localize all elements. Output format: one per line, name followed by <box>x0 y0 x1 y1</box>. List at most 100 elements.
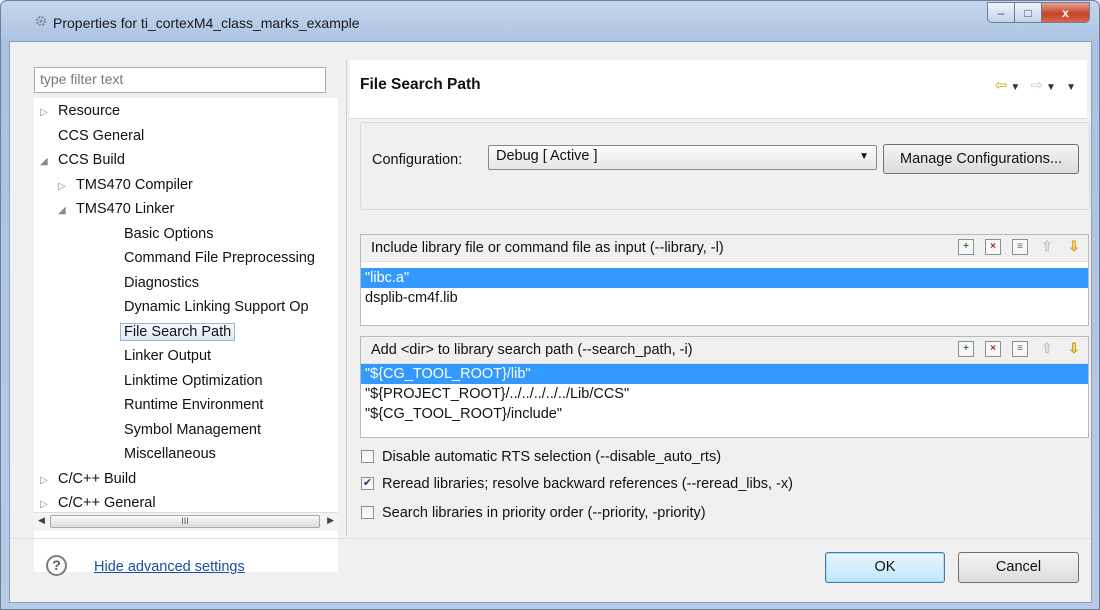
title-bar[interactable]: Properties for ti_cortexM4_class_marks_e… <box>1 1 1099 41</box>
tree-item[interactable]: ▷ TMS470 Compiler <box>58 174 193 196</box>
checkmark-icon[interactable]: ✔ <box>361 477 374 490</box>
cancel-button[interactable]: Cancel <box>958 552 1079 583</box>
tree-item[interactable]: Command File Preprocessing <box>124 247 315 269</box>
tree-item[interactable]: Miscellaneous <box>124 443 216 465</box>
list-item[interactable]: "${PROJECT_ROOT}/../../../../../Lib/CCS" <box>361 384 1088 404</box>
tree-item[interactable]: Runtime Environment <box>124 394 263 416</box>
tree-item[interactable]: Linker Output <box>124 345 211 367</box>
properties-window: Properties for ti_cortexM4_class_marks_e… <box>0 0 1100 610</box>
tree-item[interactable]: Dynamic Linking Support Op <box>124 296 309 318</box>
scroll-thumb[interactable]: III <box>50 515 320 528</box>
property-tree: ▷ Resource CCS General ◢ CCS Build ▷ TMS47… <box>34 98 338 572</box>
add-icon[interactable]: + <box>958 239 974 255</box>
configuration-value: Debug [ Active ] <box>496 148 598 164</box>
ok-button[interactable]: OK <box>825 552 945 583</box>
maximize-button[interactable]: □ <box>1015 2 1042 23</box>
expand-toggle-icon[interactable]: ▷ <box>58 176 72 198</box>
tree-item-label: Miscellaneous <box>124 446 216 462</box>
list-item[interactable]: "${CG_TOOL_ROOT}/lib" <box>361 364 1088 384</box>
add-icon[interactable]: + <box>958 341 974 357</box>
tree-item-label: Linktime Optimization <box>124 372 263 389</box>
page-navigation: ⇦▼ ⇨▼ ▼ <box>995 76 1079 94</box>
tree-item-label: Symbol Management <box>124 421 262 438</box>
tree-item-label: Runtime Environment <box>124 397 264 413</box>
tree-item[interactable]: ▷ C/C++ General <box>40 492 156 514</box>
back-arrow-icon[interactable]: ⇦ <box>995 77 1011 94</box>
tree-item[interactable]: CCS General <box>40 125 144 147</box>
delete-icon[interactable]: × <box>985 239 1001 255</box>
tree-item-label: File Search Path <box>120 322 236 341</box>
tree-item-label: TMS470 Compiler <box>76 176 193 193</box>
edit-icon[interactable]: ≡ <box>1012 341 1028 357</box>
chevron-down-icon: ▼ <box>859 151 869 162</box>
list-item[interactable]: "${CG_TOOL_ROOT}/include" <box>361 404 1088 424</box>
forward-dropdown-icon[interactable]: ▼ <box>1046 82 1059 93</box>
hide-advanced-settings-link[interactable]: Hide advanced settings <box>94 559 245 575</box>
checkbox-label: Disable automatic RTS selection (--disab… <box>382 449 722 465</box>
search-path-label: Add <dir> to library search path (--sear… <box>371 342 693 358</box>
search-path-group: Add <dir> to library search path (--sear… <box>360 336 1089 438</box>
filter-input[interactable]: type filter text <box>34 67 326 93</box>
checkbox-label: Reread libraries; resolve backward refer… <box>382 476 793 492</box>
configuration-panel: Configuration: Debug [ Active ] ▼ Manage… <box>360 122 1090 210</box>
checkbox-label: Search libraries in priority order (--pr… <box>382 505 706 521</box>
checkbox-box[interactable] <box>361 450 374 463</box>
tree-item[interactable]: Symbol Management <box>124 419 261 441</box>
page-header: File Search Path ⇦▼ ⇨▼ ▼ <box>350 60 1087 119</box>
edit-icon[interactable]: ≡ <box>1012 239 1028 255</box>
manage-configurations-button[interactable]: Manage Configurations... <box>883 144 1079 174</box>
back-dropdown-icon[interactable]: ▼ <box>1010 82 1023 93</box>
tree-item[interactable]: Basic Options <box>124 223 213 245</box>
move-down-icon[interactable]: ⇩ <box>1066 341 1082 357</box>
expand-toggle-icon[interactable]: ◢ <box>58 200 72 222</box>
window-title: Properties for ti_cortexM4_class_marks_e… <box>53 15 360 31</box>
view-menu-icon[interactable]: ▼ <box>1066 82 1079 93</box>
expand-toggle-icon[interactable]: ▷ <box>40 470 54 492</box>
tree-item-label: Dynamic Linking Support Op <box>124 299 309 315</box>
tree-item[interactable]: ▷ Resource <box>40 100 120 122</box>
configuration-select[interactable]: Debug [ Active ] ▼ <box>488 145 877 170</box>
move-up-icon[interactable]: ⇧ <box>1039 239 1055 255</box>
tree-item[interactable]: ◢ CCS Build <box>40 149 125 171</box>
library-list-group: Include library file or command file as … <box>360 234 1089 326</box>
tree-item[interactable]: Diagnostics <box>124 272 199 294</box>
library-list-label: Include library file or command file as … <box>371 240 724 256</box>
scroll-right-icon[interactable]: ▶ <box>327 515 334 526</box>
footer-divider <box>10 538 1091 539</box>
help-icon[interactable]: ? <box>46 555 67 576</box>
tree-item[interactable]: File Search Path <box>120 321 236 343</box>
expand-toggle-icon[interactable]: ◢ <box>40 151 54 173</box>
expand-toggle-icon[interactable]: ▷ <box>40 102 54 124</box>
tree-item[interactable]: Linktime Optimization <box>124 370 263 392</box>
checkbox-box[interactable] <box>361 506 374 519</box>
tree-item[interactable]: ◢ TMS470 Linker <box>58 198 174 220</box>
tree-item-label: Command File Preprocessing <box>124 250 315 266</box>
tree-item-label: C/C++ Build <box>58 470 137 487</box>
tree-item-label: CCS General <box>58 127 145 144</box>
window-controls: – □ x <box>987 2 1090 24</box>
list-item[interactable]: dsplib-cm4f.lib <box>361 288 1088 308</box>
tree-item[interactable]: ▷ C/C++ Build <box>40 468 136 490</box>
tree-item-label: TMS470 Linker <box>76 201 175 217</box>
gear-icon <box>36 16 46 26</box>
tree-item-label: C/C++ General <box>58 495 156 511</box>
library-list-header: Include library file or command file as … <box>361 235 1088 262</box>
dialog-client-area: type filter text ▷ Resource CCS General ◢… <box>9 41 1092 603</box>
delete-icon[interactable]: × <box>985 341 1001 357</box>
list-item[interactable]: "libc.a" <box>361 268 1088 288</box>
pane-divider[interactable] <box>346 60 347 537</box>
library-list-toolbar: + × ≡ ⇧ ⇩ <box>958 239 1082 255</box>
configuration-label: Configuration: <box>372 152 463 168</box>
tree-item-label: Resource <box>58 103 121 119</box>
tree-horizontal-scrollbar[interactable]: ◀ III ▶ <box>34 512 338 531</box>
tree-item-label: Basic Options <box>124 225 214 242</box>
tree-item-label: Linker Output <box>124 348 212 364</box>
search-path-toolbar: + × ≡ ⇧ ⇩ <box>958 341 1082 357</box>
move-up-icon[interactable]: ⇧ <box>1039 341 1055 357</box>
close-button[interactable]: x <box>1042 2 1090 23</box>
scroll-left-icon[interactable]: ◀ <box>38 515 45 526</box>
forward-arrow-icon[interactable]: ⇨ <box>1030 77 1046 94</box>
tree-item-label: CCS Build <box>58 152 125 168</box>
minimize-button[interactable]: – <box>987 2 1015 23</box>
move-down-icon[interactable]: ⇩ <box>1066 239 1082 255</box>
